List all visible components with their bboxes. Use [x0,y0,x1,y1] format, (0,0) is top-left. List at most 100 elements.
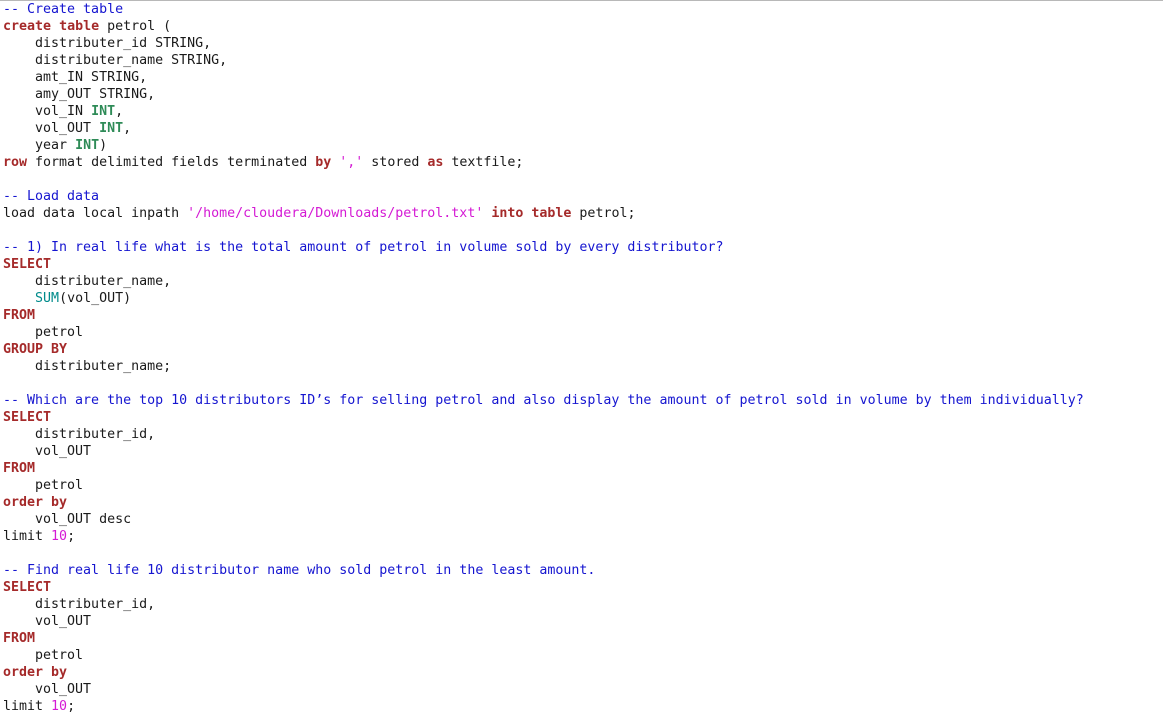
token-plain: ) [99,138,108,153]
code-line[interactable]: distributer_id STRING, [3,35,1163,52]
token-plain: petrol [3,648,84,663]
code-line[interactable]: distributer_id, [3,426,1163,443]
token-plain: format delimited fields terminated [27,155,316,170]
code-line[interactable]: -- 1) In real life what is the total amo… [3,239,1163,256]
token-plain: vol_OUT desc [3,512,132,527]
code-line[interactable]: vol_OUT [3,443,1163,460]
code-line[interactable]: amy_OUT STRING, [3,86,1163,103]
token-keyword: FROM [3,308,36,323]
token-type: INT [99,121,124,136]
token-keyword: table [531,206,572,221]
code-line[interactable]: vol_OUT INT, [3,120,1163,137]
token-plain: load data local inpath [3,206,188,221]
token-keyword: by [315,155,332,170]
token-plain: petrol ( [99,19,172,34]
code-line[interactable]: petrol [3,477,1163,494]
token-keyword: order by [3,495,68,510]
code-line-blank[interactable] [3,171,1163,188]
code-line[interactable]: order by [3,664,1163,681]
token-plain: distributer_id, [3,597,156,612]
token-plain: petrol; [571,206,636,221]
code-line[interactable]: row format delimited fields terminated b… [3,154,1163,171]
code-line[interactable]: order by [3,494,1163,511]
token-keyword: table [59,19,100,34]
token-plain: , [115,104,124,119]
token-plain: textfile; [443,155,524,170]
token-plain: distributer_name; [3,359,172,374]
token-plain: , [123,121,132,136]
code-line[interactable]: FROM [3,630,1163,647]
code-line[interactable]: FROM [3,460,1163,477]
code-line-blank[interactable] [3,375,1163,392]
code-line[interactable]: distributer_name STRING, [3,52,1163,69]
code-line-blank[interactable] [3,545,1163,562]
token-comment: -- Load data [3,189,100,204]
token-plain: ; [67,699,76,714]
code-line[interactable]: petrol [3,647,1163,664]
code-line[interactable]: -- Load data [3,188,1163,205]
token-keyword: into [491,206,524,221]
token-keyword: GROUP BY [3,342,68,357]
token-plain: stored [363,155,428,170]
token-plain: distributer_name STRING, [3,53,228,68]
token-function: SUM [35,291,60,306]
code-line[interactable]: distributer_id, [3,596,1163,613]
code-line[interactable]: vol_IN INT, [3,103,1163,120]
token-plain: ; [67,529,76,544]
token-plain: vol_OUT [3,444,92,459]
token-comment: -- Which are the top 10 distributors ID’… [3,393,1084,408]
token-type: INT [75,138,100,153]
code-line[interactable]: vol_OUT desc [3,511,1163,528]
token-string: '/home/cloudera/Downloads/petrol.txt' [187,206,484,221]
token-keyword: SELECT [3,257,52,272]
code-line[interactable]: year INT) [3,137,1163,154]
code-line[interactable]: SELECT [3,409,1163,426]
token-keyword: order by [3,665,68,680]
code-line[interactable]: distributer_name; [3,358,1163,375]
code-line[interactable]: -- Which are the top 10 distributors ID’… [3,392,1163,409]
token-keyword: FROM [3,461,36,476]
token-plain: distributer_id STRING, [3,36,212,51]
code-line[interactable]: vol_OUT [3,613,1163,630]
token-plain: distributer_id, [3,427,156,442]
token-keyword: row [3,155,28,170]
code-line[interactable]: distributer_name, [3,273,1163,290]
code-line[interactable]: amt_IN STRING, [3,69,1163,86]
token-plain: limit [3,699,52,714]
code-line[interactable]: limit 10; [3,528,1163,545]
token-plain: vol_OUT [3,121,100,136]
token-keyword: as [427,155,444,170]
code-line[interactable]: petrol [3,324,1163,341]
token-plain: amy_OUT STRING, [3,87,156,102]
token-plain: vol_OUT [3,614,92,629]
code-line[interactable]: load data local inpath '/home/cloudera/D… [3,205,1163,222]
token-plain: amt_IN STRING, [3,70,148,85]
token-type: INT [91,104,116,119]
code-line[interactable]: FROM [3,307,1163,324]
token-number: 10 [51,529,68,544]
code-line[interactable]: SUM(vol_OUT) [3,290,1163,307]
token-plain: vol_OUT [3,682,92,697]
token-string: ',' [339,155,364,170]
token-plain: vol_IN [3,104,92,119]
token-comment: -- Create table [3,2,124,17]
token-plain: (vol_OUT) [59,291,132,306]
token-keyword: FROM [3,631,36,646]
code-line[interactable]: -- Create table [3,1,1163,18]
code-line[interactable]: -- Find real life 10 distributor name wh… [3,562,1163,579]
code-line[interactable]: GROUP BY [3,341,1163,358]
token-comment: -- Find real life 10 distributor name wh… [3,563,596,578]
token-keyword: create [3,19,52,34]
code-editor[interactable]: -- Create table create table petrol ( dis… [0,0,1163,720]
code-line[interactable]: vol_OUT [3,681,1163,698]
code-line-blank[interactable] [3,222,1163,239]
code-line[interactable]: limit 10; [3,698,1163,715]
token-plain: limit [3,529,52,544]
code-line[interactable]: SELECT [3,256,1163,273]
token-plain: petrol [3,478,84,493]
token-keyword: SELECT [3,410,52,425]
code-line[interactable]: SELECT [3,579,1163,596]
code-line[interactable]: create table petrol ( [3,18,1163,35]
